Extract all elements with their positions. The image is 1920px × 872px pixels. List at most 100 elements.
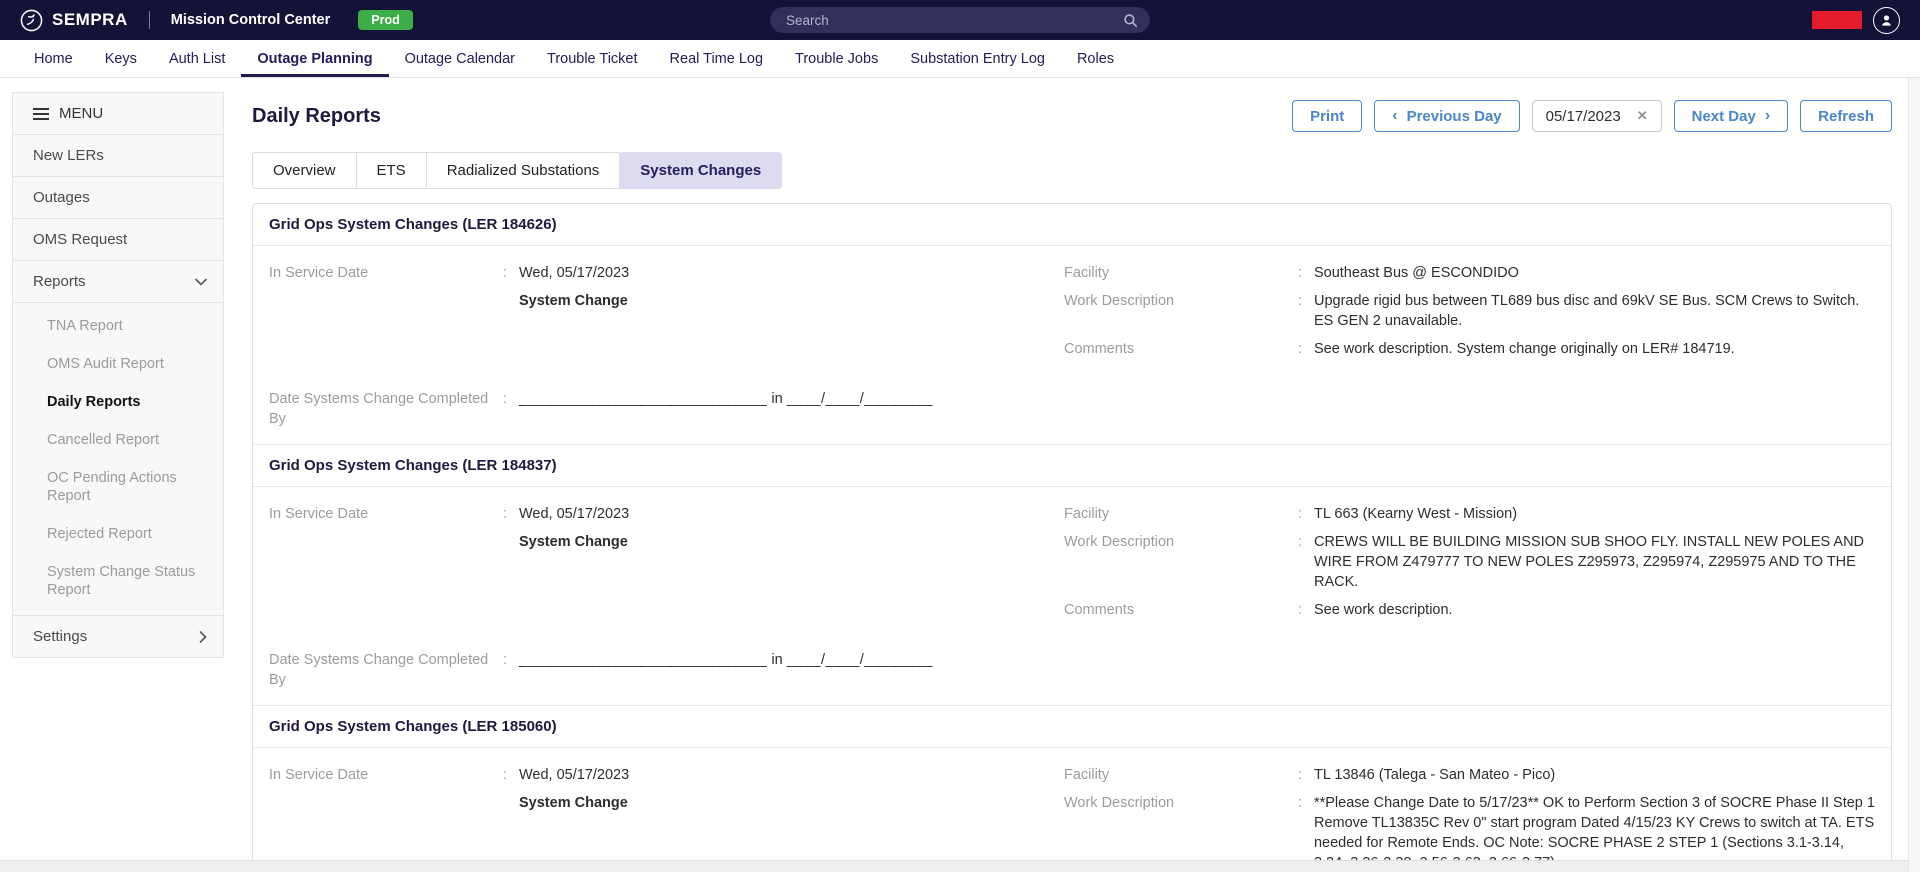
sidebar-item-label: Outages — [33, 189, 90, 206]
comments-label: Comments — [1064, 600, 1298, 620]
nav-item-home[interactable]: Home — [18, 40, 89, 77]
completed-by-label: Date Systems Change Completed By — [269, 650, 503, 690]
facility-value: TL 663 (Kearny West - Mission) — [1314, 504, 1875, 524]
tab-radialized-substations[interactable]: Radialized Substations — [426, 152, 621, 189]
nav-item-outage-planning[interactable]: Outage Planning — [241, 40, 388, 77]
nav-item-keys[interactable]: Keys — [89, 40, 153, 77]
sidebar-item-reports[interactable]: Reports — [13, 261, 223, 303]
main-navigation: Home Keys Auth List Outage Planning Outa… — [0, 40, 1920, 78]
facility-value: TL 13846 (Talega - San Mateo - Pico) — [1314, 765, 1875, 785]
refresh-button[interactable]: Refresh — [1800, 100, 1892, 132]
report-date-value: 05/17/2023 — [1546, 108, 1621, 125]
sidebar-menu-label: MENU — [59, 105, 103, 122]
comments-label: Comments — [1064, 339, 1298, 359]
completed-by-label: Date Systems Change Completed By — [269, 389, 503, 429]
work-description-label: Work Description — [1064, 291, 1298, 331]
environment-badge: Prod — [358, 10, 412, 31]
clear-date-icon[interactable]: ✕ — [1637, 108, 1648, 124]
sidebar-item-settings[interactable]: Settings — [13, 616, 223, 657]
facility-value: Southeast Bus @ ESCONDIDO — [1314, 263, 1875, 283]
nav-item-trouble-ticket[interactable]: Trouble Ticket — [531, 40, 654, 77]
page-title: Daily Reports — [252, 105, 381, 128]
brand: SEMPRA Mission Control Center — [20, 9, 330, 32]
refresh-button-label: Refresh — [1818, 108, 1874, 125]
sidebar-subitem-oc-pending-actions-report[interactable]: OC Pending Actions Report — [13, 459, 223, 515]
search-icon[interactable] — [1123, 13, 1138, 28]
facility-label: Facility — [1064, 765, 1298, 785]
sidebar-subitem-rejected-report[interactable]: Rejected Report — [13, 515, 223, 553]
tab-overview[interactable]: Overview — [252, 152, 357, 189]
next-day-button[interactable]: Next Day › — [1674, 100, 1789, 132]
previous-day-label: Previous Day — [1407, 108, 1502, 125]
nav-item-outage-calendar[interactable]: Outage Calendar — [389, 40, 531, 77]
work-description-label: Work Description — [1064, 532, 1298, 592]
sidebar-subitem-system-change-status-report[interactable]: System Change Status Report — [13, 553, 223, 609]
report-section: Grid Ops System Changes (LER 184626) In … — [253, 204, 1891, 444]
in-service-date-label: In Service Date — [269, 504, 503, 524]
chevron-right-icon — [199, 631, 207, 643]
report-date-field[interactable]: 05/17/2023 ✕ — [1532, 100, 1662, 132]
in-service-date-value: Wed, 05/17/2023 — [519, 765, 1040, 785]
sidebar-subitem-oms-audit-report[interactable]: OMS Audit Report — [13, 345, 223, 383]
change-type-value: System Change — [519, 532, 1040, 552]
toolbar: Print ‹ Previous Day 05/17/2023 ✕ Next D… — [1292, 100, 1892, 132]
sidebar-item-outages[interactable]: Outages — [13, 177, 223, 219]
report-section: Grid Ops System Changes (LER 185060) In … — [253, 705, 1891, 872]
print-button-label: Print — [1310, 108, 1344, 125]
horizontal-scrollbar[interactable] — [0, 860, 1908, 872]
brand-divider — [149, 11, 150, 29]
work-description-value: Upgrade rigid bus between TL689 bus disc… — [1314, 291, 1875, 331]
tab-ets[interactable]: ETS — [356, 152, 427, 189]
report-tabs: Overview ETS Radialized Substations Syst… — [252, 152, 1892, 189]
system-changes-card: Grid Ops System Changes (LER 184626) In … — [252, 203, 1892, 872]
sidebar-item-new-lers[interactable]: New LERs — [13, 135, 223, 177]
comments-value: See work description. — [1314, 600, 1875, 620]
nav-item-real-time-log[interactable]: Real Time Log — [654, 40, 780, 77]
username-redacted-block — [1812, 11, 1862, 29]
sidebar-item-oms-request[interactable]: OMS Request — [13, 219, 223, 261]
chevron-down-icon — [195, 278, 207, 286]
top-header-bar: SEMPRA Mission Control Center Prod — [0, 0, 1920, 40]
sidebar-item-label: Reports — [33, 273, 86, 290]
in-service-date-label: In Service Date — [269, 765, 503, 785]
sidebar-subitem-daily-reports[interactable]: Daily Reports — [13, 383, 223, 421]
section-title: Grid Ops System Changes (LER 184626) — [253, 204, 1891, 246]
nav-item-trouble-jobs[interactable]: Trouble Jobs — [779, 40, 894, 77]
previous-day-button[interactable]: ‹ Previous Day — [1374, 100, 1519, 132]
change-type-value: System Change — [519, 291, 1040, 311]
chevron-right-icon: › — [1765, 108, 1770, 124]
next-day-label: Next Day — [1692, 108, 1756, 125]
sidebar-subitem-cancelled-report[interactable]: Cancelled Report — [13, 421, 223, 459]
report-section: Grid Ops System Changes (LER 184837) In … — [253, 444, 1891, 705]
nav-item-auth-list[interactable]: Auth List — [153, 40, 241, 77]
comments-value: See work description. System change orig… — [1314, 339, 1875, 359]
facility-label: Facility — [1064, 504, 1298, 524]
sidebar-item-label: Settings — [33, 628, 87, 645]
in-service-date-value: Wed, 05/17/2023 — [519, 504, 1040, 524]
sidebar-subitem-tna-report[interactable]: TNA Report — [13, 307, 223, 345]
main-content: Daily Reports Print ‹ Previous Day 05/17… — [224, 78, 1920, 872]
nav-item-roles[interactable]: Roles — [1061, 40, 1130, 77]
facility-label: Facility — [1064, 263, 1298, 283]
change-type-value: System Change — [519, 793, 1040, 813]
brand-name: SEMPRA — [52, 10, 128, 30]
user-avatar-icon[interactable] — [1873, 7, 1900, 34]
sidebar-item-label: New LERs — [33, 147, 104, 164]
work-description-value: CREWS WILL BE BUILDING MISSION SUB SHOO … — [1314, 532, 1875, 592]
search-box[interactable] — [770, 7, 1150, 33]
print-button[interactable]: Print — [1292, 100, 1362, 132]
search-input[interactable] — [786, 13, 1123, 28]
app-title: Mission Control Center — [171, 12, 331, 28]
vertical-scrollbar[interactable] — [1908, 78, 1920, 872]
nav-item-substation-entry-log[interactable]: Substation Entry Log — [894, 40, 1061, 77]
chevron-left-icon: ‹ — [1392, 108, 1397, 124]
hamburger-icon — [33, 108, 49, 120]
completed-by-blank-line: _____________________________ in ____/__… — [519, 389, 1875, 429]
sidebar-menu-toggle[interactable]: MENU — [13, 93, 223, 135]
tab-system-changes[interactable]: System Changes — [619, 152, 782, 189]
reports-submenu: TNA Report OMS Audit Report Daily Report… — [13, 303, 223, 616]
in-service-date-value: Wed, 05/17/2023 — [519, 263, 1040, 283]
section-title: Grid Ops System Changes (LER 184837) — [253, 445, 1891, 487]
sempra-logo-icon — [20, 9, 43, 32]
completed-by-blank-line: _____________________________ in ____/__… — [519, 650, 1875, 690]
